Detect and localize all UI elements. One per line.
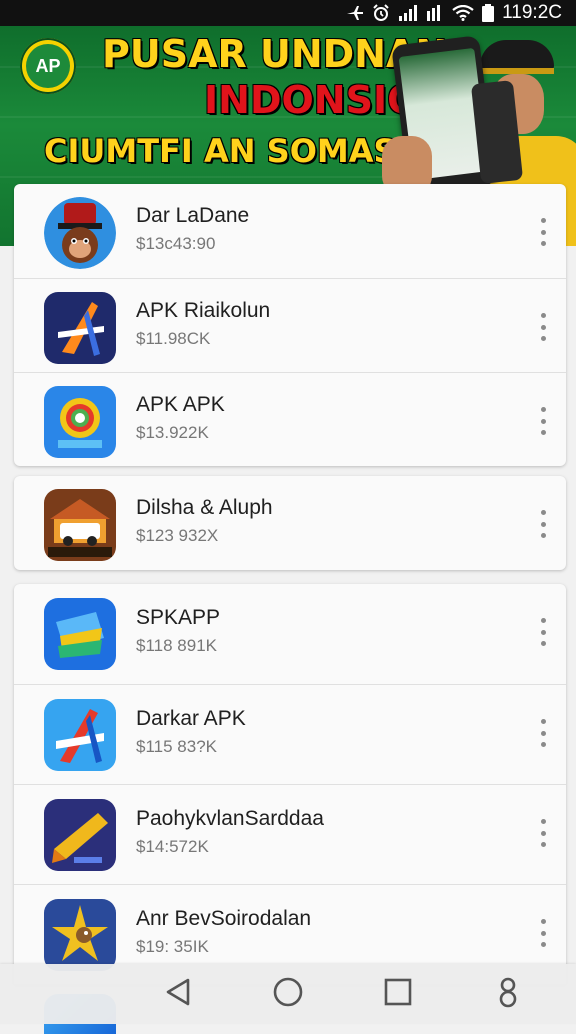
app-name: APK Riaikolun [136,299,271,322]
more-options-button[interactable] [536,915,550,951]
airplane-icon [346,5,364,21]
banner-subheadline: INDONSIO [204,78,420,122]
app-group-card: SPKAPP $118 891K Darkar APK $115 83?K Pa… [14,584,566,984]
app-size: $13c43:90 [136,234,216,253]
app-name: PaohykvlanSarddaa [136,807,324,830]
arrow-a-blue-icon [44,699,116,771]
app-group-card: Dilsha & Aluph $123 932X [14,476,566,570]
more-options-button[interactable] [536,506,550,542]
assistant-button[interactable] [486,974,530,1014]
recents-button[interactable] [376,974,420,1014]
more-options-button[interactable] [536,614,550,650]
more-options-button[interactable] [536,403,550,439]
signal-icon-2 [426,5,444,21]
app-name: Darkar APK [136,707,246,730]
system-nav-bar [0,964,576,1024]
back-button[interactable] [156,974,200,1014]
app-row[interactable]: Dar LaDane $13c43:90 [14,184,566,278]
alarm-icon [372,4,390,22]
app-size: $115 83?K [136,737,217,756]
recents-icon [384,978,412,1011]
home-button[interactable] [266,974,310,1014]
wifi-icon [452,5,474,21]
app-name: SPKAPP [136,606,221,629]
app-size: $11.98CK [136,329,211,348]
monkey-hat-icon [44,197,116,269]
app-list: Dar LaDane $13c43:90 APK Riaikolun $11.9… [0,184,576,984]
app-name: Anr BevSoirodalan [136,907,312,930]
back-icon [164,977,192,1012]
app-size: $118 891K [136,636,217,655]
app-name: Dilsha & Aluph [136,496,273,519]
app-row[interactable]: APK APK $13.922K [14,372,566,466]
app-row[interactable]: Dilsha & Aluph $123 932X [14,476,566,570]
app-group-card: Dar LaDane $13c43:90 APK Riaikolun $11.9… [14,184,566,466]
assistant-icon [495,976,521,1013]
app-name: APK APK [136,393,225,416]
app-size: $13.922K [136,423,209,442]
person-hat [480,40,554,70]
more-options-button[interactable] [536,715,550,751]
banner-logo: AP [20,38,76,94]
folder-fold-icon [44,598,116,670]
battery-icon [482,4,495,22]
banner-logo-text: AP [26,44,70,88]
more-options-button[interactable] [536,214,550,250]
more-options-button[interactable] [536,309,550,345]
truck-icon [44,489,116,561]
app-row[interactable]: APK Riaikolun $11.98CK [14,278,566,372]
app-row[interactable]: SPKAPP $118 891K [14,584,566,684]
app-size: $14:572K [136,837,209,856]
chrome-ring-icon [44,386,116,458]
app-size: $19: 35IK [136,937,209,956]
signal-icon [398,5,418,21]
app-name: Dar LaDane [136,204,250,227]
more-options-button[interactable] [536,815,550,851]
status-bar: 119:2C [0,0,576,26]
status-time: 119:2C [502,2,562,23]
star-bird-icon [44,899,116,971]
pencil-star-icon [44,799,116,871]
app-size: $123 932X [136,526,219,545]
arrow-a-icon [44,292,116,364]
app-row[interactable]: PaohykvlanSarddaa $14:572K [14,784,566,884]
home-icon [272,976,304,1013]
app-row[interactable]: Darkar APK $115 83?K [14,684,566,784]
